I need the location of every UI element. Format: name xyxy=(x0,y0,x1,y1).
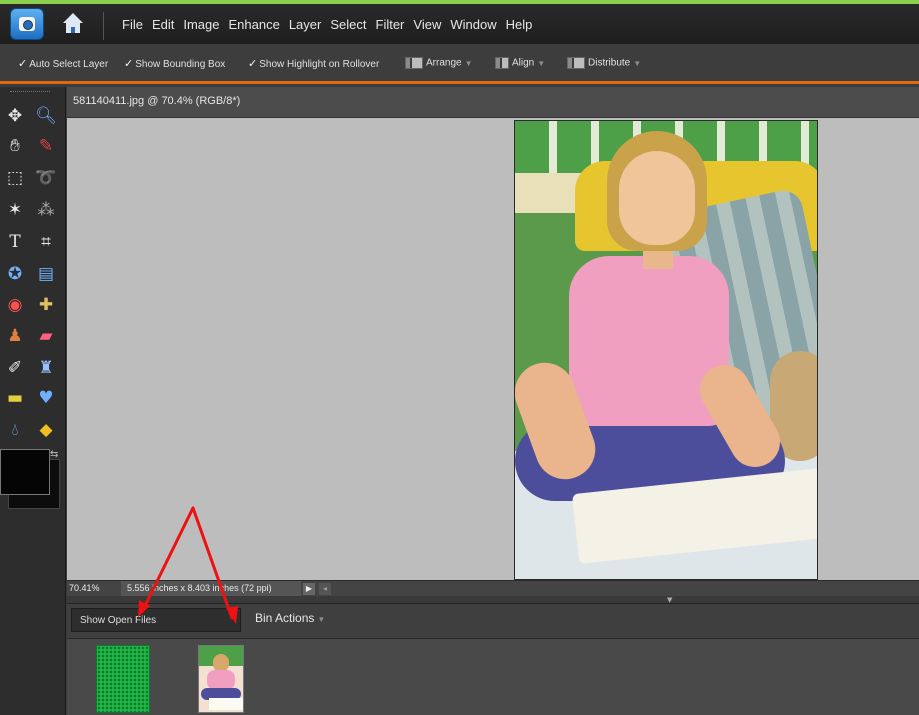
thumbnail-green-pattern[interactable] xyxy=(96,645,150,713)
menu-help[interactable]: Help xyxy=(506,17,533,32)
eyedropper-tool-icon[interactable]: ✎ xyxy=(35,135,57,157)
auto-select-layer-label: Auto Select Layer xyxy=(29,59,109,70)
magic-wand-tool-icon[interactable]: ✶ xyxy=(4,199,26,221)
sponge-tool-icon[interactable]: ◆ xyxy=(35,419,57,441)
bin-actions-label: Bin Actions xyxy=(255,611,315,625)
selection-brush-tool-icon[interactable]: ⁂ xyxy=(35,199,57,221)
menu-list: File Edit Image Enhance Layer Select Fil… xyxy=(122,17,532,32)
align-icon xyxy=(495,57,509,69)
gradient-tool-icon[interactable]: ▬ xyxy=(4,387,26,409)
arrange-icon xyxy=(405,57,423,69)
distribute-label: Distribute xyxy=(588,57,631,69)
chevron-down-icon: ▼ xyxy=(633,58,642,68)
red-eye-tool-icon[interactable]: ◉ xyxy=(4,294,26,316)
lasso-tool-icon[interactable]: ➰ xyxy=(35,167,57,189)
auto-select-layer-option[interactable]: ✓ Auto Select Layer xyxy=(18,57,108,70)
thumbnail-girl-photo[interactable] xyxy=(198,645,244,713)
shape-tool-icon[interactable]: ♥ xyxy=(35,387,57,409)
show-highlight-option[interactable]: ✓ Show Highlight on Rollover xyxy=(248,57,379,70)
status-bar: 70.41% 5.556 inches x 8.403 inches (72 p… xyxy=(67,580,919,597)
menu-select[interactable]: Select xyxy=(330,17,366,32)
toolbox: ✥ 🔍︎ ✋︎ ✎ ⬚ ➰ ✶ ⁂ T ⌗ ✪ ▤ ◉ ✚ ♟ ▰ ✐ ♜ ▬ … xyxy=(0,87,66,715)
camera-icon[interactable] xyxy=(10,8,44,40)
chevron-down-icon: ▼ xyxy=(317,615,326,624)
show-bounding-box-label: Show Bounding Box xyxy=(135,59,226,70)
distribute-icon xyxy=(567,57,585,69)
document-photo[interactable] xyxy=(514,120,818,580)
paint-bucket-tool-icon[interactable]: ♜ xyxy=(35,357,57,379)
cookie-cutter-tool-icon[interactable]: ✪ xyxy=(4,263,26,285)
tool-options-bar: ✓ Auto Select Layer ✓ Show Bounding Box ✓ S… xyxy=(0,44,919,84)
straighten-tool-icon[interactable]: ▤ xyxy=(35,263,57,285)
toolbox-grip[interactable] xyxy=(10,91,50,94)
bin-divider[interactable]: ▼ xyxy=(67,596,919,604)
chevron-down-icon: ▼ xyxy=(464,58,473,68)
check-icon[interactable]: ✓ xyxy=(124,57,133,70)
photoshop-elements-window: File Edit Image Enhance Layer Select Fil… xyxy=(0,0,919,715)
type-tool-icon[interactable]: T xyxy=(4,231,26,253)
blur-tool-icon[interactable]: 💧︎ xyxy=(4,419,26,441)
distribute-dropdown[interactable]: Distribute ▼ xyxy=(567,57,641,69)
show-bounding-box-option[interactable]: ✓ Show Bounding Box xyxy=(124,57,225,70)
menu-edit[interactable]: Edit xyxy=(152,17,174,32)
canvas-area[interactable] xyxy=(67,118,919,580)
crop-tool-icon[interactable]: ⌗ xyxy=(35,231,57,253)
hand-tool-icon[interactable]: ✋︎ xyxy=(4,135,26,157)
eraser-tool-icon[interactable]: ▰ xyxy=(35,325,57,347)
bin-actions-menu[interactable]: Bin Actions ▼ xyxy=(255,611,325,625)
document-tab[interactable]: 581140411.jpg @ 70.4% (RGB/8*) xyxy=(67,87,919,118)
zoom-tool-icon[interactable]: 🔍︎ xyxy=(35,105,57,127)
show-open-files-dropdown[interactable]: Show Open Files xyxy=(71,608,241,632)
bin-file-list xyxy=(67,638,919,715)
document-size-info: 5.556 inches x 8.403 inches (72 ppi) xyxy=(121,581,301,597)
menu-window[interactable]: Window xyxy=(450,17,496,32)
menu-image[interactable]: Image xyxy=(183,17,219,32)
chevron-down-icon: ▼ xyxy=(537,58,546,68)
menu-file[interactable]: File xyxy=(122,17,143,32)
swap-colors-icon[interactable]: ⇆ xyxy=(50,449,58,460)
move-tool-icon[interactable]: ✥ xyxy=(4,105,26,127)
menu-enhance[interactable]: Enhance xyxy=(229,17,280,32)
show-highlight-label: Show Highlight on Rollover xyxy=(259,59,380,70)
document-title: 581140411.jpg @ 70.4% (RGB/8*) xyxy=(73,95,241,107)
project-bin: Show Open Files Bin Actions ▼ xyxy=(67,604,919,715)
align-label: Align xyxy=(512,57,535,69)
zoom-level[interactable]: 70.41% xyxy=(69,583,100,593)
check-icon[interactable]: ✓ xyxy=(18,57,27,70)
marquee-tool-icon[interactable]: ⬚ xyxy=(4,167,26,189)
collapse-bin-icon[interactable]: ▼ xyxy=(667,596,672,604)
scroll-left-icon[interactable]: ◂ xyxy=(319,583,331,595)
healing-brush-tool-icon[interactable]: ✚ xyxy=(35,294,57,316)
arrange-label: Arrange xyxy=(426,57,462,69)
home-icon[interactable] xyxy=(56,10,90,40)
menu-view[interactable]: View xyxy=(413,17,441,32)
show-open-files-label: Show Open Files xyxy=(80,615,157,626)
menu-filter[interactable]: Filter xyxy=(376,17,405,32)
menu-separator xyxy=(103,12,104,40)
menu-bar: File Edit Image Enhance Layer Select Fil… xyxy=(0,0,919,44)
check-icon[interactable]: ✓ xyxy=(248,57,257,70)
align-dropdown[interactable]: Align ▼ xyxy=(495,57,545,69)
menu-layer[interactable]: Layer xyxy=(289,17,322,32)
status-menu-arrow-icon[interactable]: ▶ xyxy=(303,583,315,595)
brush-tool-icon[interactable]: ✐ xyxy=(4,357,26,379)
foreground-color-swatch[interactable] xyxy=(0,449,50,495)
arrange-dropdown[interactable]: Arrange ▼ xyxy=(405,57,473,69)
clone-stamp-tool-icon[interactable]: ♟ xyxy=(4,325,26,347)
